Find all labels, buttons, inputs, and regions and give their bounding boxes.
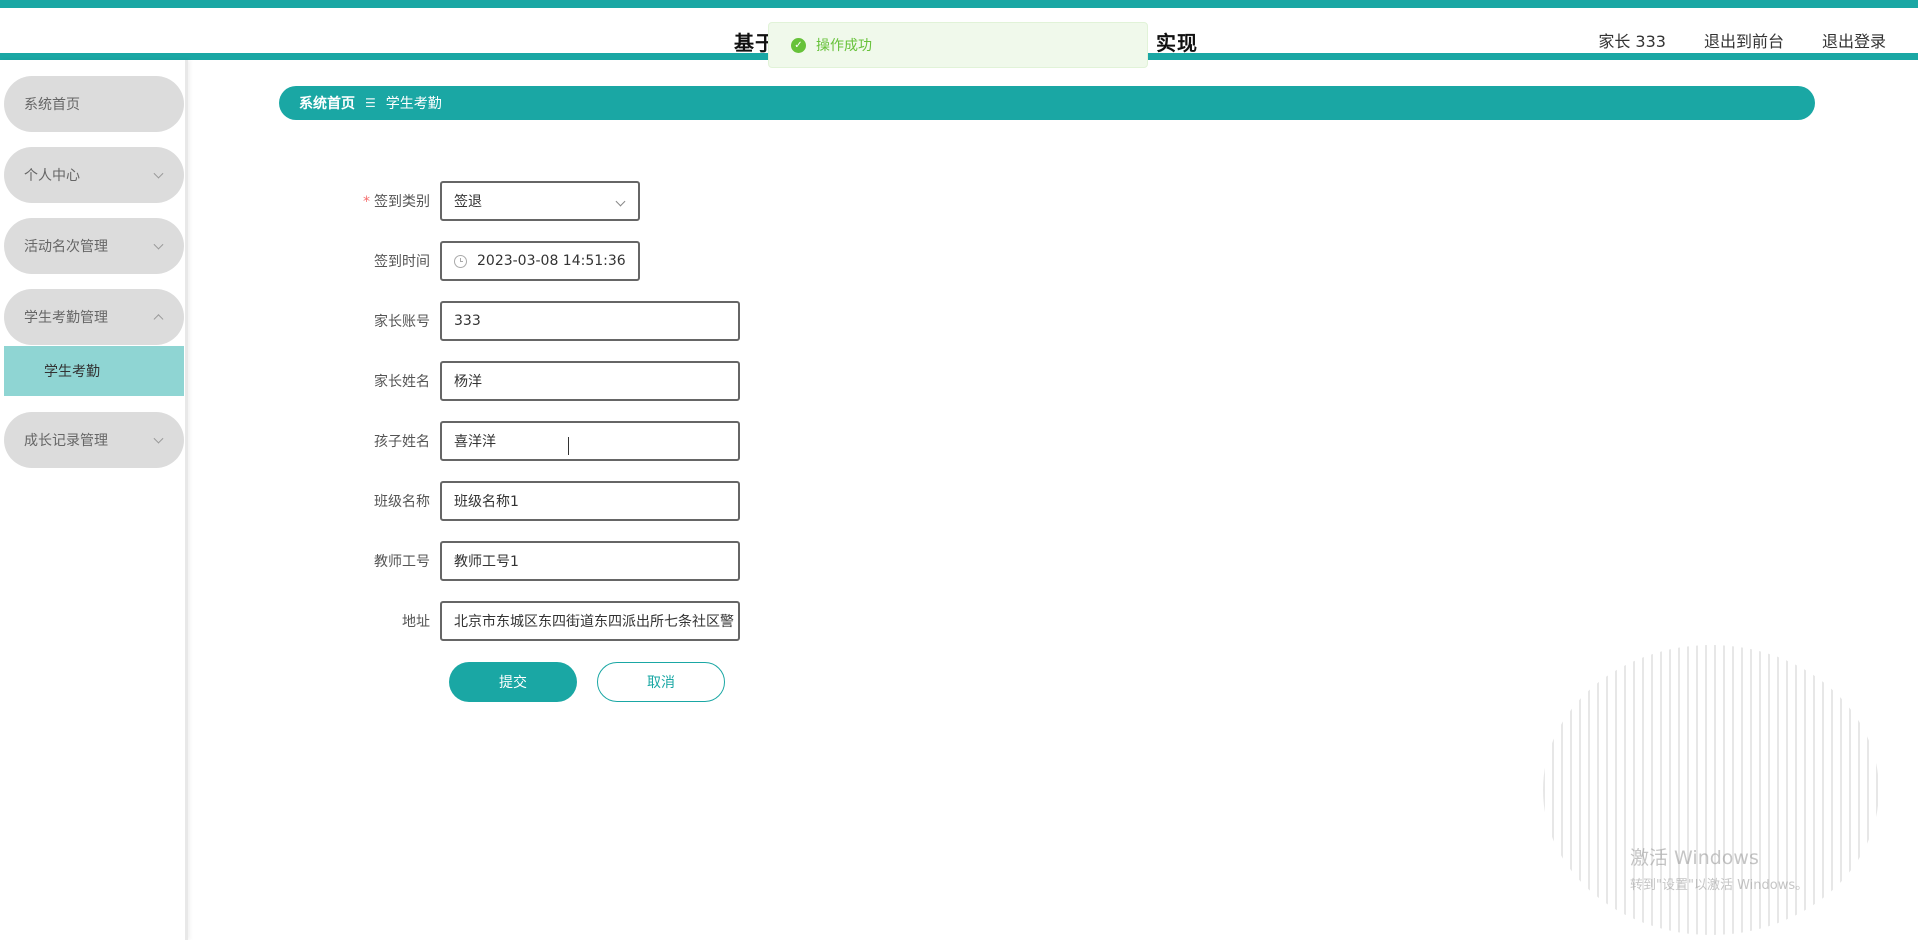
child-name-input[interactable]: 喜洋洋 <box>440 421 740 461</box>
parent-name-input[interactable]: 杨洋 <box>440 361 740 401</box>
address-value: 北京市东城区东四街道东四派出所七条社区警 <box>454 614 734 630</box>
header-links: 家长 333 退出到前台 退出登录 <box>1598 28 1886 52</box>
form-label: 家长姓名 <box>374 374 430 390</box>
submit-button[interactable]: 提交 <box>449 662 577 702</box>
form-row-sign-type: * 签到类别 签退 <box>300 181 640 221</box>
sidebar-item-home[interactable]: 系统首页 <box>4 76 184 132</box>
form-row-class-name: 班级名称 班级名称1 <box>300 481 740 521</box>
clock-icon <box>454 254 467 268</box>
breadcrumb-current: 学生考勤 <box>385 96 442 112</box>
sign-type-select[interactable]: 签退 <box>440 181 640 221</box>
check-circle-icon: ✓ <box>791 37 806 53</box>
sign-time-value: 2023-03-08 14:51:36 <box>477 253 626 269</box>
form-label: 班级名称 <box>374 494 430 510</box>
back-to-front-link[interactable]: 退出到前台 <box>1704 28 1784 52</box>
breadcrumb-home[interactable]: 系统首页 <box>299 93 355 113</box>
chevron-down-icon <box>153 239 164 250</box>
teacher-id-value: 教师工号1 <box>454 554 519 570</box>
windows-activation-watermark: 激活 Windows 转到"设置"以激活 Windows。 <box>1630 843 1808 893</box>
sign-type-value: 签退 <box>454 194 482 210</box>
chevron-down-icon <box>615 196 626 207</box>
class-name-value: 班级名称1 <box>454 494 519 510</box>
cancel-button[interactable]: 取消 <box>597 662 725 702</box>
watermark-line2: 转到"设置"以激活 Windows。 <box>1630 878 1809 893</box>
sidebar-item-label: 学生考勤管理 <box>24 310 108 326</box>
sidebar-item-attendance-management[interactable]: 学生考勤管理 <box>4 289 184 345</box>
form-row-teacher-id: 教师工号 教师工号1 <box>300 541 740 581</box>
form-row-sign-time: 签到时间 2023-03-08 14:51:36 <box>300 241 640 281</box>
menu-icon: ☰ <box>365 96 376 110</box>
address-input[interactable]: 北京市东城区东四街道东四派出所七条社区警 <box>440 601 740 641</box>
sign-type-label: 签到类别 <box>374 194 430 210</box>
form-label: * 签到类别 <box>300 191 440 211</box>
sidebar-item-label: 成长记录管理 <box>24 433 108 449</box>
sign-time-picker[interactable]: 2023-03-08 14:51:36 <box>440 241 640 281</box>
form-row-child-name: 孩子姓名 喜洋洋 <box>300 421 740 461</box>
toast-message: 操作成功 <box>816 38 872 54</box>
watermark-line1: 激活 Windows <box>1630 847 1759 869</box>
sidebar-subitem-attendance[interactable]: 学生考勤 <box>4 346 184 396</box>
chevron-up-icon <box>153 314 164 325</box>
parent-account-value: 333 <box>454 313 481 329</box>
logout-link[interactable]: 退出登录 <box>1822 28 1886 52</box>
user-label: 家长 333 <box>1598 32 1666 51</box>
parent-name-value: 杨洋 <box>454 374 482 390</box>
teacher-id-input[interactable]: 教师工号1 <box>440 541 740 581</box>
form-label: 地址 <box>402 614 430 630</box>
form-label: 教师工号 <box>374 554 430 570</box>
form-row-parent-name: 家长姓名 杨洋 <box>300 361 740 401</box>
sidebar-item-activity-ranking[interactable]: 活动名次管理 <box>4 218 184 274</box>
child-name-value: 喜洋洋 <box>454 434 496 450</box>
chevron-down-icon <box>153 433 164 444</box>
form-label: 签到时间 <box>374 254 430 270</box>
sidebar-item-growth-records[interactable]: 成长记录管理 <box>4 412 184 468</box>
text-cursor <box>568 437 570 455</box>
form-label: 孩子姓名 <box>374 434 430 450</box>
form-label: 家长账号 <box>374 314 430 330</box>
class-name-input[interactable]: 班级名称1 <box>440 481 740 521</box>
sidebar-subitem-label: 学生考勤 <box>44 364 100 380</box>
form-row-address: 地址 北京市东城区东四街道东四派出所七条社区警 <box>300 601 740 641</box>
sidebar-item-label: 系统首页 <box>24 97 80 113</box>
parent-account-input[interactable]: 333 <box>440 301 740 341</box>
header-top-stripe <box>0 0 1918 8</box>
sidebar-item-label: 活动名次管理 <box>24 239 108 255</box>
chevron-down-icon <box>153 168 164 179</box>
sidebar-item-label: 个人中心 <box>24 168 80 184</box>
form-row-parent-account: 家长账号 333 <box>300 301 740 341</box>
breadcrumb: 系统首页 ☰ 学生考勤 <box>279 86 1815 120</box>
required-marker: * <box>363 194 370 210</box>
sidebar-item-personal-center[interactable]: 个人中心 <box>4 147 184 203</box>
sidebar: 系统首页 个人中心 活动名次管理 学生考勤管理 学生考勤 成长记录管理 <box>0 60 188 940</box>
success-toast: ✓ 操作成功 <box>768 22 1148 68</box>
